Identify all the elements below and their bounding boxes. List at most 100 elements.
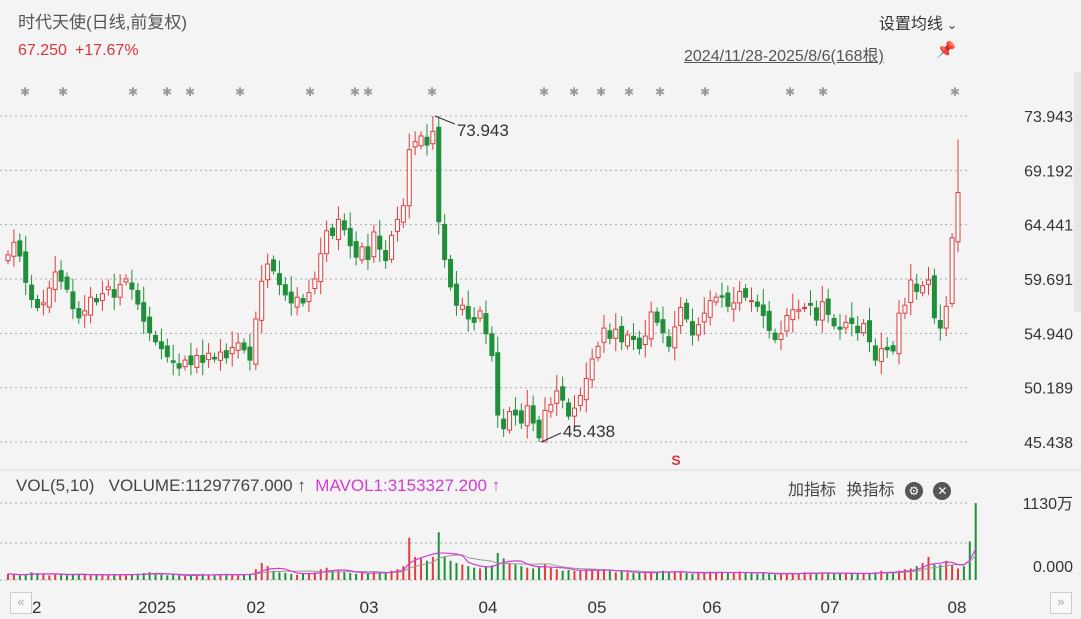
candle-body [29,284,35,300]
candle-body [229,347,235,355]
event-marker: ✱ [700,85,710,99]
candle-body [318,253,324,283]
candle-body [949,237,955,305]
mavol-arrow-icon: ↑ [491,476,501,495]
candle-body [94,298,100,303]
candle-body [147,316,153,334]
candle-body [11,241,17,257]
event-marker: ✱ [185,85,195,99]
candle-body [837,326,843,330]
candle-body [507,411,513,431]
candle-body [200,355,206,363]
candle-body [501,418,507,430]
candle-body [713,296,719,303]
candle-body [684,302,690,320]
candle-body [412,141,418,148]
candle-body [577,395,583,406]
gear-icon[interactable]: ⚙ [904,481,923,500]
candle-body [654,311,660,323]
event-marker: ✱ [539,85,549,99]
candle-body [560,386,566,401]
event-marker: ✱ [305,85,315,99]
candle-body [807,302,813,306]
candle-body [595,345,601,359]
event-marker: ✱ [785,85,795,99]
candle-body [483,313,489,335]
switch-indicator-button[interactable]: 换指标 [846,482,894,499]
scroll-left-button[interactable]: « [10,592,32,614]
candle-body [424,136,430,146]
candle-body [695,324,701,336]
candle-body [748,300,754,303]
candle-body [613,328,619,339]
candle-body [271,259,277,272]
candle-body [902,304,908,314]
candle-body [241,342,247,351]
candle-body [707,300,713,318]
candle-body [672,326,678,349]
candle-body [389,234,395,260]
candle-body [153,334,159,343]
candle-body [583,377,589,401]
candle-body [282,284,288,296]
candle-body [335,218,341,241]
candle-body [548,404,554,413]
candle-body [99,293,105,301]
candle-body [825,298,831,315]
candle-body [371,231,377,258]
candle-body [430,130,436,145]
candle-body [719,295,725,298]
candle-body [890,345,896,352]
side-scrollbar[interactable] [1074,72,1081,312]
candle-body [542,409,548,443]
candle-body [754,301,760,307]
candle-body [778,333,784,341]
event-marker: ✱ [363,85,373,99]
candle-body [223,350,229,359]
candle-body [554,390,560,404]
candle-body [217,351,223,361]
candle-body [872,345,878,361]
y-tick-label: 64.441 [1024,218,1073,235]
scroll-right-button[interactable]: » [1050,592,1072,614]
indicator-tools: 加指标 换指标 ⚙ ✕ [788,476,957,500]
candle-body [46,287,52,308]
add-indicator-button[interactable]: 加指标 [788,482,836,499]
candle-body [418,135,424,147]
candle-body [524,405,530,427]
candle-body [123,278,129,283]
candle-body [188,355,194,366]
candle-body [82,310,88,316]
low-label: 45.438 [563,422,615,441]
candle-body [819,301,825,321]
candle-body [76,308,82,319]
candle-body [642,335,648,346]
y-tick-label: 54.940 [1024,326,1073,343]
candle-body [312,278,318,289]
x-tick-label: 06 [703,598,722,617]
candle-body [353,241,359,258]
candle-body [5,254,11,262]
kline-chart[interactable]: ✱ ✱ ✱ ✱ ✱ ✱ ✱ ✱ ✱ ✱ ✱ ✱ ✱ ✱ ✱ ✱ ✱ ✱ ✱ 73.94369.19264.44159… [0,0,1081,619]
candle-body [365,246,371,260]
candle-body [406,149,412,207]
vol-label[interactable]: VOL(5,10) [16,476,94,495]
candle-body [849,317,855,324]
volume-tick-label: 1130万 [1023,496,1073,513]
candle-body [666,336,672,347]
candle-body [58,270,64,282]
s-signal-icon[interactable]: S [671,452,680,468]
x-tick-label: 02 [247,598,266,617]
candle-body [341,220,347,231]
candle-body [737,290,743,304]
candle-body [943,305,949,329]
candle-body [164,345,170,358]
candle-body [937,320,943,329]
candle-body [105,286,111,291]
candle-body [158,341,164,350]
candle-body [855,325,861,334]
candle-body [878,348,884,362]
close-icon[interactable]: ✕ [933,481,952,500]
candle-body [619,325,625,343]
candle-body [141,302,147,322]
